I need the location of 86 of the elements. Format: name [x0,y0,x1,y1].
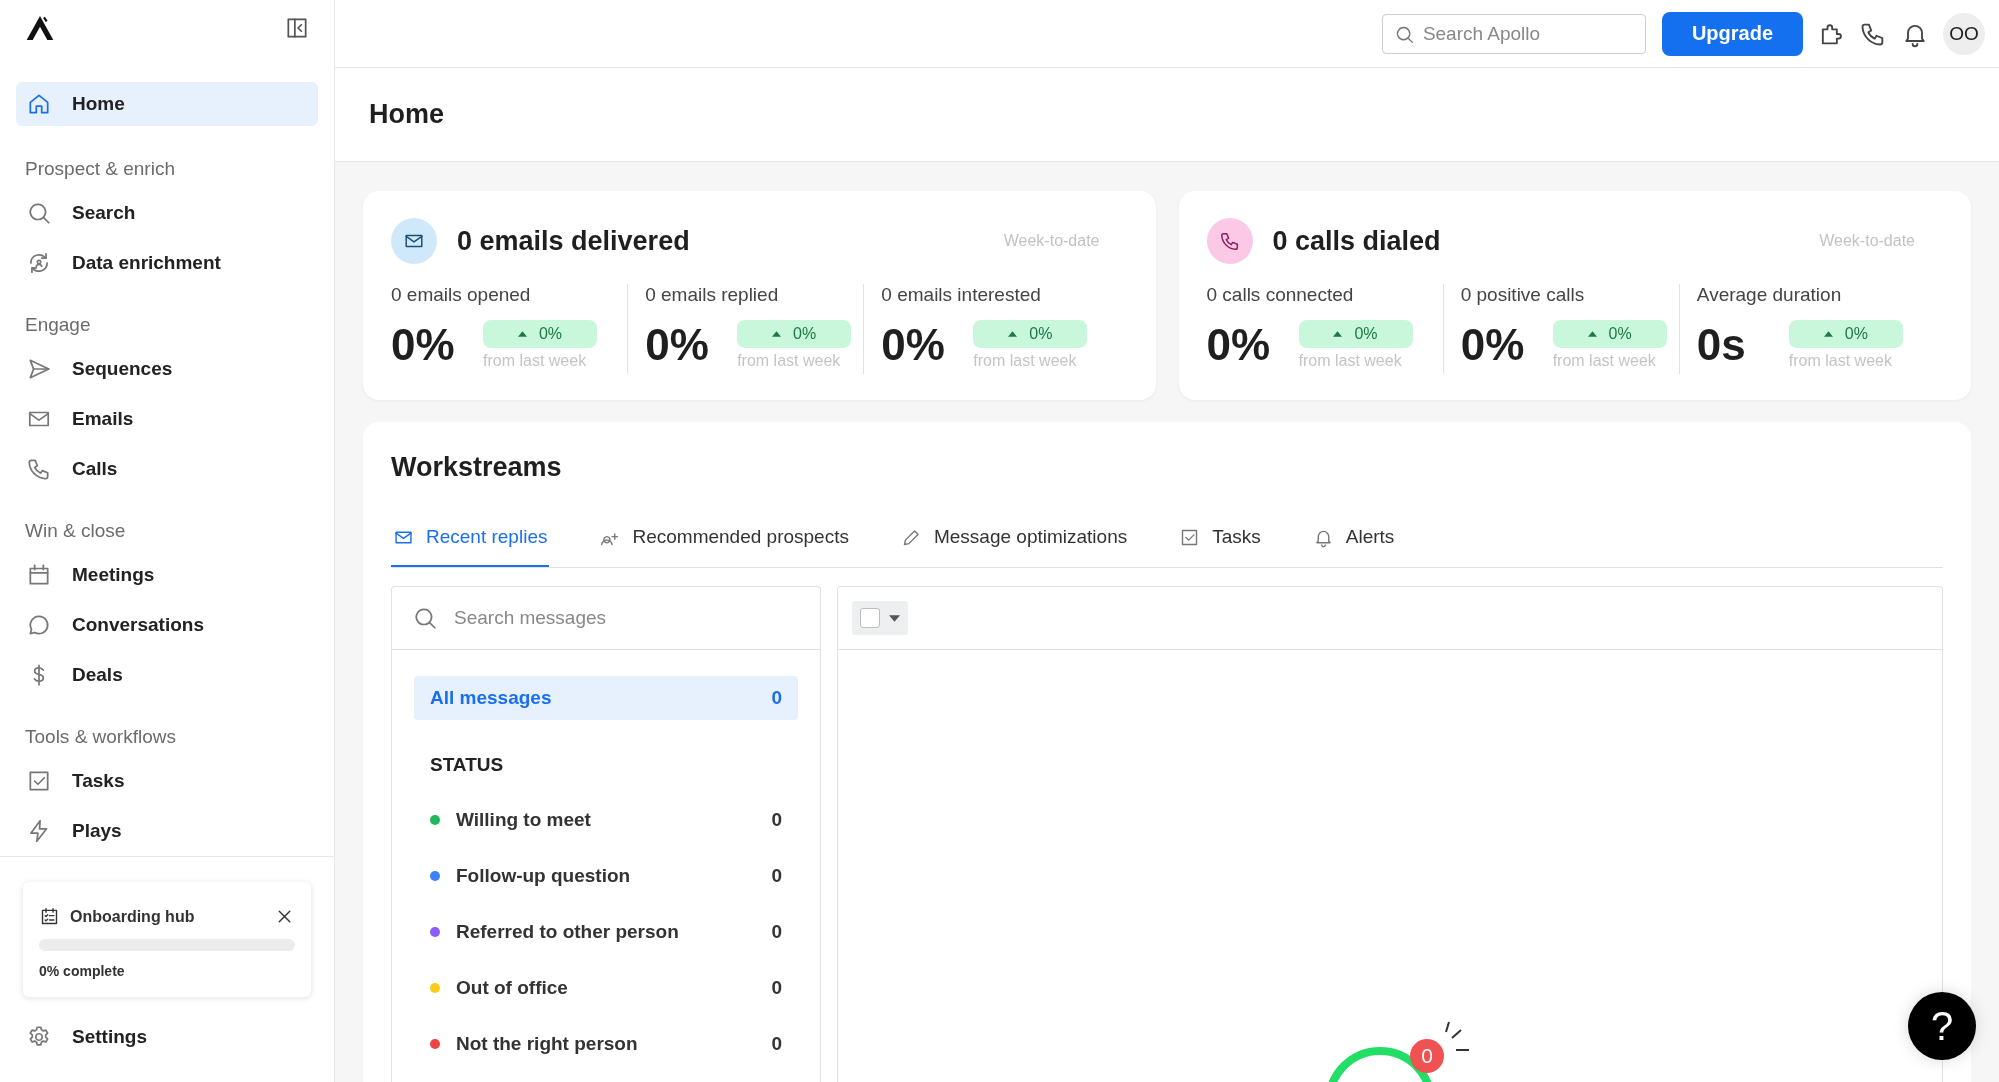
change-note: from last week [1788,352,1893,370]
change-value: 0% [538,325,563,343]
metric-label: 0 emails opened [391,284,532,306]
avatar[interactable]: OO [1943,12,1985,55]
upgrade-button[interactable]: Upgrade [1661,11,1803,56]
page-title: Home [369,99,444,130]
status-count: 0 [771,865,782,887]
metric-label: 0 emails replied [645,284,780,306]
metric-value: 0% [391,320,456,370]
up-triangle-icon [1587,331,1597,337]
nav-item[interactable]: Plays [16,806,318,856]
count-badge: 0 [1410,1039,1444,1073]
tab[interactable]: Alerts [1310,509,1397,567]
tab[interactable]: Message optimizations [898,509,1130,567]
metric-value: 0% [1460,320,1526,370]
section-title: Workstreams [391,452,563,483]
change-note: from last week [737,352,842,370]
change-note: from last week [1298,352,1403,370]
status-count: 0 [771,977,782,999]
up-triangle-icon [772,331,782,337]
status-count: 0 [771,1033,782,1055]
card-title: 0 emails delivered [457,225,691,257]
change-note: from last week [483,352,588,370]
change-note: from last week [1552,352,1657,370]
nav-item[interactable]: Sequences [16,344,318,394]
change-value: 0% [1844,325,1868,343]
metric-label: Average duration [1696,284,1843,306]
mail-icon [391,218,437,264]
card-title: 0 calls dialed [1272,225,1442,257]
period-label: Week-to-date [1819,232,1915,250]
metric-label: 0 emails interested [881,284,1042,306]
status-label[interactable]: Out of office [456,977,756,999]
onboarding-title: Onboarding hub [70,907,196,926]
metric-label: 0 calls connected [1206,284,1355,306]
status-label[interactable]: Follow-up question [456,865,756,887]
send-icon [26,356,52,382]
change-value: 0% [793,325,817,343]
phone-icon [26,456,52,482]
status-count: 0 [771,809,782,831]
up-triangle-icon [1008,331,1018,337]
tab[interactable]: Tasks [1177,509,1263,567]
nav-item[interactable]: Conversations [16,600,318,650]
checkbox[interactable] [860,608,880,628]
search-field[interactable]: Search Apollo [1381,13,1646,54]
nav-item[interactable]: Tasks [16,756,318,806]
chat-bubble-icon [26,612,52,638]
search-field[interactable]: Search messages [452,606,800,630]
metric-value: 0% [1206,320,1272,370]
nav-section-title: Tools & workflows [24,725,177,749]
tab[interactable]: Recommended prospects [597,509,851,567]
filter-item[interactable]: All messages 0 [414,676,798,720]
period-label: Week-to-date [1003,232,1100,250]
up-triangle-icon [1333,331,1343,337]
nav-item[interactable]: Meetings [16,550,318,600]
metric-label: 0 positive calls [1460,284,1586,306]
progress-caption: 0% complete [39,963,126,979]
caret-icon [889,614,900,622]
metric-value: 0% [881,320,946,370]
status-label[interactable]: Not the right person [456,1033,756,1055]
nav-item[interactable]: Search [16,188,318,238]
settings-item[interactable]: Settings [16,1012,318,1062]
nav-item[interactable]: Home [16,82,318,126]
tab[interactable]: Recent replies [391,509,550,567]
up-triangle-icon [517,331,527,337]
nav-item[interactable]: Emails [16,394,318,444]
status-label[interactable]: Willing to meet [456,809,756,831]
metric-value: 0% [645,320,710,370]
change-note: from last week [973,352,1078,370]
change-value: 0% [1354,325,1378,343]
nav-item[interactable]: Data enrichment [16,238,318,288]
status-count: 0 [771,921,782,943]
status-heading: STATUS [429,753,505,777]
status-label[interactable]: Referred to other person [456,921,756,943]
checkbox-icon [26,768,52,794]
nav-section-title: Win & close [24,519,127,543]
change-value: 0% [1029,325,1053,343]
nav-item[interactable]: Calls [16,444,318,494]
nav-section-title: Prospect & enrich [24,157,176,181]
checklist-icon [39,906,60,927]
calendar-icon [26,562,52,588]
nav-section-title: Engage [24,313,92,337]
up-triangle-icon [1823,331,1833,337]
metric-value: 0s [1696,320,1747,370]
change-value: 0% [1608,325,1632,343]
nav-item[interactable]: Deals [16,650,318,700]
phone-icon [1206,218,1253,264]
